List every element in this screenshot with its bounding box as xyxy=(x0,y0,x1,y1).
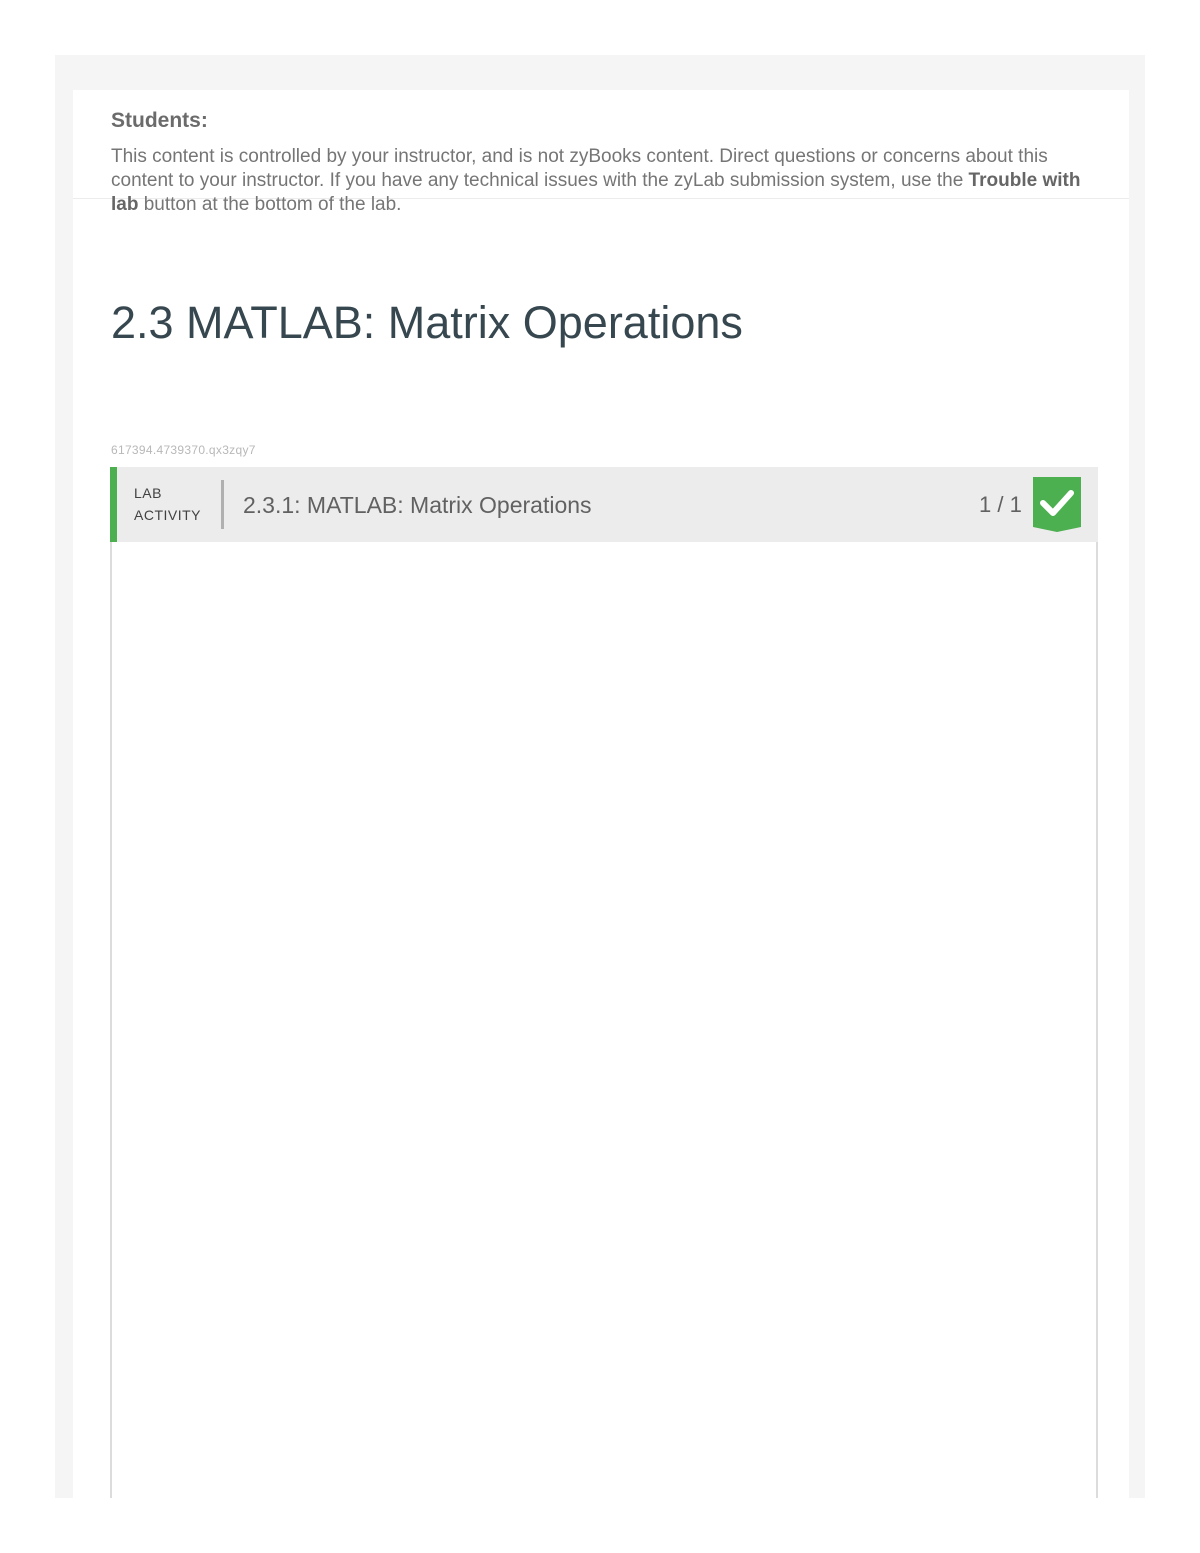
lab-type-label: LAB ACTIVITY xyxy=(134,482,201,526)
section-title: 2.3 MATLAB: Matrix Operations xyxy=(111,297,743,348)
activity-id: 617394.4739370.qx3zqy7 xyxy=(111,443,256,457)
header-divider xyxy=(221,480,224,529)
lab-activity-header[interactable]: LAB ACTIVITY 2.3.1: MATLAB: Matrix Opera… xyxy=(110,467,1098,542)
lab-type-line2: ACTIVITY xyxy=(134,507,202,523)
lab-type-line1: LAB xyxy=(134,485,162,501)
notice-text-after: button at the bottom of the lab. xyxy=(138,194,402,215)
content-panel: Students: This content is controlled by … xyxy=(73,90,1129,1498)
lab-score: 1 / 1 xyxy=(979,492,1022,517)
lab-activity-card: LAB ACTIVITY 2.3.1: MATLAB: Matrix Opera… xyxy=(110,467,1098,1498)
notice-text-before: This content is controlled by your instr… xyxy=(111,146,1048,191)
student-notice: Students: This content is controlled by … xyxy=(73,90,1129,215)
page-frame: Students: This content is controlled by … xyxy=(55,55,1145,1498)
checkmark-icon xyxy=(1033,477,1081,532)
lab-activity-title: 2.3.1: MATLAB: Matrix Operations xyxy=(243,492,592,518)
notice-title: Students: xyxy=(111,109,208,132)
notice-body: This content is controlled by your instr… xyxy=(111,145,1091,217)
